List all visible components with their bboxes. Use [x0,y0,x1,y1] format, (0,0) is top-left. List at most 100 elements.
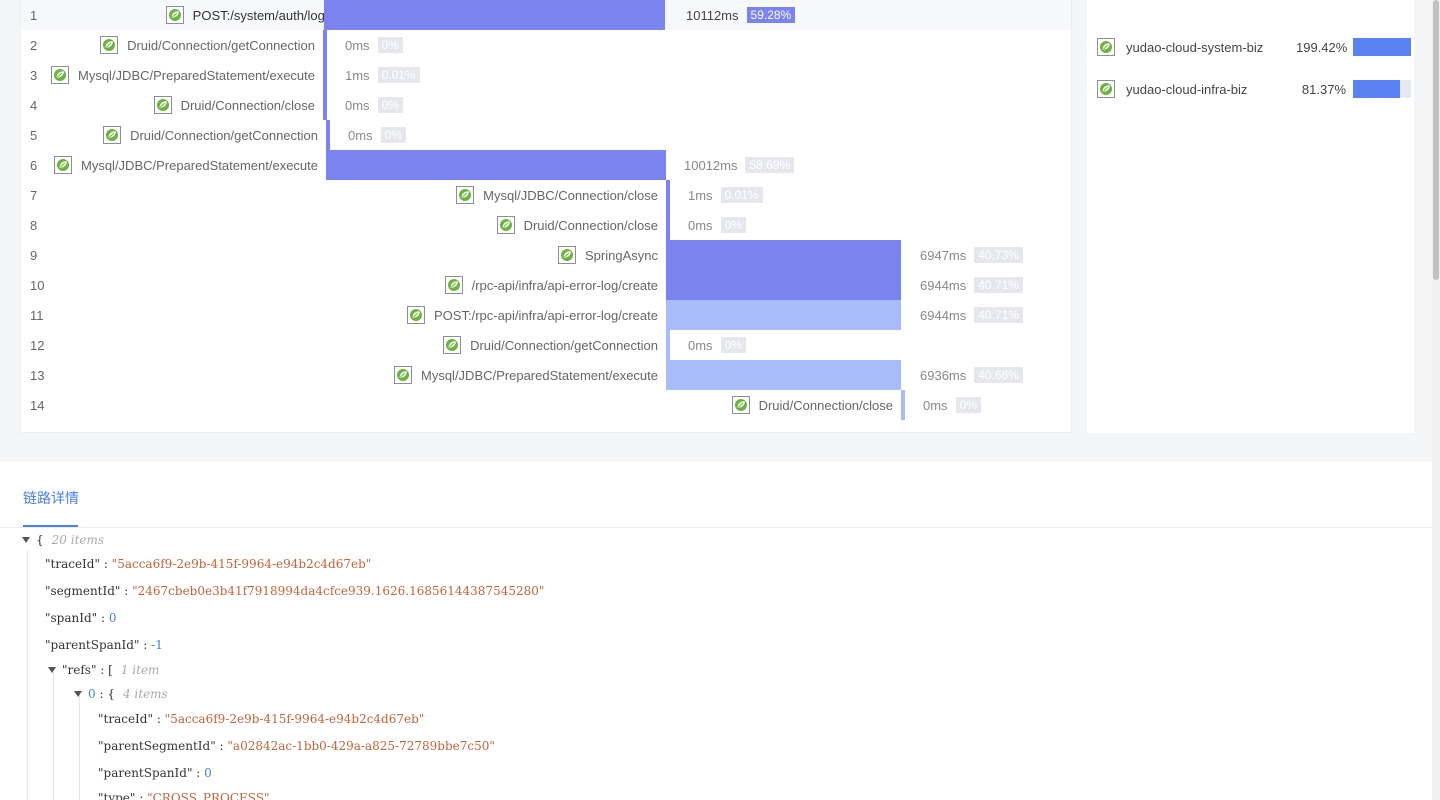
span-label[interactable]: POST:/system/auth/login [165,0,335,30]
span-duration-bar[interactable] [326,150,666,180]
span-duration-ms: 10012ms [684,157,738,173]
span-duration-bar[interactable] [324,0,665,30]
service-item[interactable]: yudao-cloud-infra-biz 81.37% [1097,78,1411,100]
span-row[interactable]: 11 POST:/rpc-api/infra/api-error-log/crea… [21,300,1071,330]
spring-leaf-icon [558,246,577,264]
span-label-text: Druid/Connection/close [180,97,315,113]
span-duration-ms: 0ms [688,337,713,353]
span-row-number: 5 [30,128,38,143]
span-row-number: 3 [30,68,38,83]
span-duration-percent: 59.28% [746,7,796,23]
spring-leaf-icon [456,186,475,204]
span-row[interactable]: 6 Mysql/JDBC/PreparedStatement/execute 100… [21,150,1071,180]
span-duration-bar[interactable] [666,240,901,270]
span-duration: 0ms 0% [345,30,403,60]
span-row-number: 4 [30,98,38,113]
span-row[interactable]: 3 Mysql/JDBC/PreparedStatement/execute 1ms… [21,60,1071,90]
span-row[interactable]: 10/rpc-api/infra/api-error-log/create 694… [21,270,1071,300]
span-label-text: Mysql/JDBC/PreparedStatement/execute [78,67,315,83]
spring-leaf-icon [496,216,515,234]
span-duration-bar[interactable] [666,180,670,210]
json-row-refs[interactable]: "refs" : [1 item [48,660,159,680]
span-row-number: 8 [30,218,38,233]
spring-leaf-icon [165,6,184,24]
service-percent: 199.42% [1296,39,1348,55]
span-duration-percent: 40.71% [974,277,1023,293]
span-duration: 6944ms 40.71% [920,300,1023,330]
span-duration-percent: 40.66% [974,367,1023,383]
spring-leaf-icon [443,336,462,354]
span-duration: 6947ms 40.73% [920,240,1023,270]
span-duration-bar[interactable] [901,390,905,420]
span-row[interactable]: 5 Druid/Connection/getConnection 0ms 0% [21,120,1071,150]
span-row[interactable]: 14 Druid/Connection/close 0ms 0% [21,390,1071,420]
span-row[interactable]: 2 Druid/Connection/getConnection 0ms 0% [21,30,1071,60]
span-label[interactable]: Druid/Connection/close [496,210,658,240]
span-duration-percent: 0% [380,127,406,143]
span-duration-percent: 0.01% [377,67,420,83]
span-label-text: POST:/system/auth/login [192,7,335,23]
span-row[interactable]: 9 SpringAsync 6947ms 40.73% [21,240,1071,270]
json-row-ref-traceId: "traceId" : "5acca6f9-2e9b-415f-9964-e94… [98,712,425,726]
span-label[interactable]: Druid/Connection/close [153,90,315,120]
span-duration-percent: 0% [720,217,746,233]
span-label[interactable]: POST:/rpc-api/infra/api-error-log/create [407,300,658,330]
span-label[interactable]: Mysql/JDBC/Connection/close [456,180,658,210]
service-item[interactable]: yudao-cloud-system-biz 199.42% [1097,36,1411,58]
span-label[interactable]: Mysql/JDBC/PreparedStatement/execute [394,360,658,390]
span-duration-bar[interactable] [666,360,901,390]
span-duration-bar[interactable] [666,300,901,330]
span-duration-ms: 1ms [688,187,713,203]
span-label[interactable]: Druid/Connection/close [731,390,893,420]
span-label[interactable]: Mysql/JDBC/PreparedStatement/execute [51,60,315,90]
span-duration-bar[interactable] [666,210,670,240]
spring-leaf-icon [103,126,122,144]
service-stats-panel: yudao-cloud-system-biz 199.42% yudao-cloud… [1087,0,1414,433]
span-duration: 6936ms 40.66% [920,360,1023,390]
span-duration: 0ms 0% [348,120,406,150]
span-duration: 1ms 0.01% [345,60,420,90]
span-label[interactable]: Druid/Connection/getConnection [103,120,318,150]
span-label[interactable]: /rpc-api/infra/api-error-log/create [444,270,658,300]
span-label[interactable]: Mysql/JDBC/PreparedStatement/execute [54,150,318,180]
scrollbar-thumb[interactable] [1433,0,1439,280]
span-row[interactable]: 8 Druid/Connection/close 0ms 0% [21,210,1071,240]
span-row[interactable]: 7 Mysql/JDBC/Connection/close 1ms 0.01% [21,180,1071,210]
span-label[interactable]: SpringAsync [558,240,658,270]
json-row-ref-parentSegmentId: "parentSegmentId" : "a02842ac-1bb0-429a-… [98,739,495,753]
span-label[interactable]: Druid/Connection/getConnection [100,30,315,60]
span-duration-bar[interactable] [323,90,327,120]
page-scrollbar[interactable] [1432,0,1440,800]
span-row-number: 9 [30,248,38,263]
service-percent-fill [1353,80,1401,98]
json-root-node[interactable]: {20 items [22,530,104,550]
span-duration-ms: 6936ms [920,367,967,383]
span-duration-bar[interactable] [323,60,327,90]
span-duration-ms: 6944ms [920,307,967,323]
span-duration-ms: 6944ms [920,277,967,293]
span-row[interactable]: 1 POST:/system/auth/login 10112ms 59.28% [21,0,1071,30]
span-row[interactable]: 12 Druid/Connection/getConnection 0ms 0% [21,330,1071,360]
collapse-triangle-icon[interactable] [22,537,30,543]
span-row-number: 7 [30,188,38,203]
collapse-triangle-icon[interactable] [48,667,56,673]
collapse-triangle-icon[interactable] [74,691,82,697]
span-duration-percent: 58.69% [745,157,795,173]
span-duration-bar[interactable] [666,270,901,300]
span-row-number: 11 [30,308,44,323]
tab-bar: 链路详情 [0,462,1432,528]
spring-leaf-icon [54,156,72,174]
span-duration-ms: 10112ms [686,7,739,23]
span-row[interactable]: 13 Mysql/JDBC/PreparedStatement/execute 69… [21,360,1071,390]
json-row-ref0[interactable]: 0 : {4 items [74,684,168,704]
span-duration-bar[interactable] [323,30,327,60]
spring-leaf-icon [1097,38,1115,56]
span-duration-ms: 0ms [688,217,713,233]
span-row-number: 14 [30,398,45,413]
span-duration-bar[interactable] [666,330,670,360]
span-label-text: Mysql/JDBC/PreparedStatement/execute [421,367,658,383]
span-row[interactable]: 4 Druid/Connection/close 0ms 0% [21,90,1071,120]
span-label[interactable]: Druid/Connection/getConnection [443,330,658,360]
span-duration-bar[interactable] [326,120,330,150]
tab-trace-detail[interactable]: 链路详情 [23,488,79,508]
